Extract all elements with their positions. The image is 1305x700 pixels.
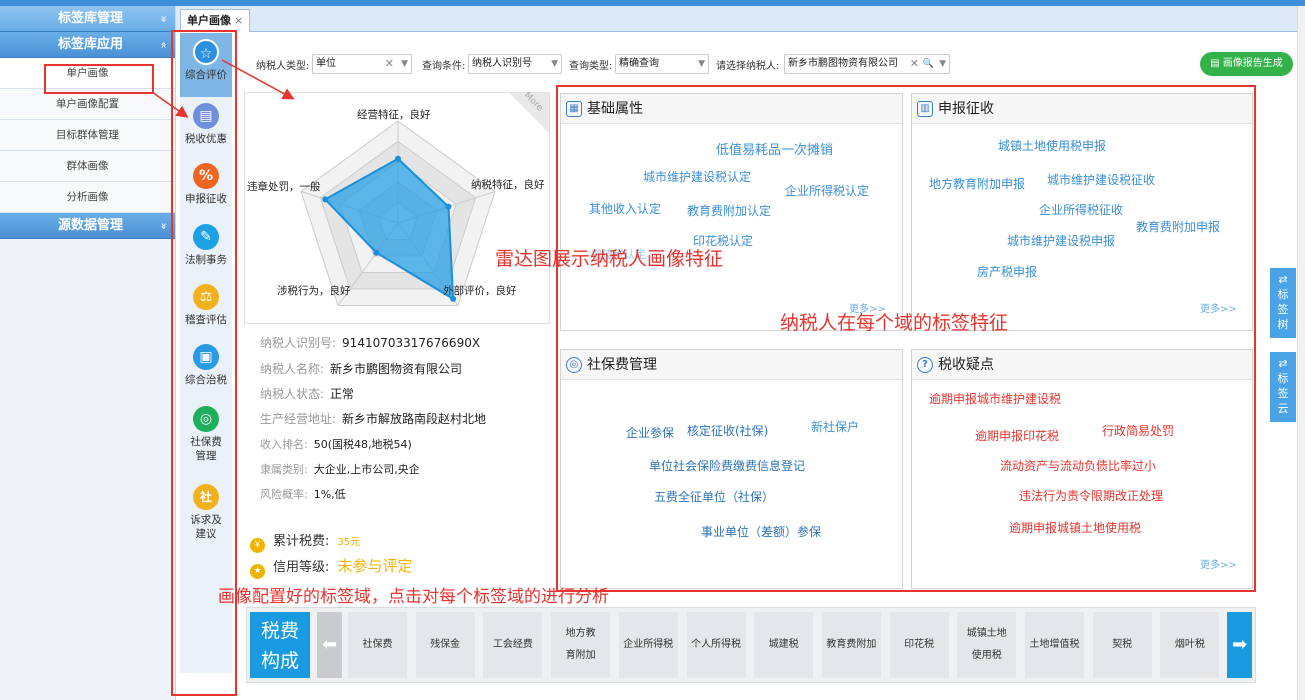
annotation-domain: 纳税人在每个域的标签特征 — [780, 312, 1009, 334]
annotation-arrows — [151, 59, 295, 118]
annotation-radar: 雷达图展示纳税人画像特征 — [495, 248, 724, 270]
annotation-arrow — [221, 59, 295, 100]
annotation-arrow — [151, 91, 189, 118]
annotation-config: 画像配置好的标签域，点击对每个标签域的进行分析 — [218, 587, 609, 607]
